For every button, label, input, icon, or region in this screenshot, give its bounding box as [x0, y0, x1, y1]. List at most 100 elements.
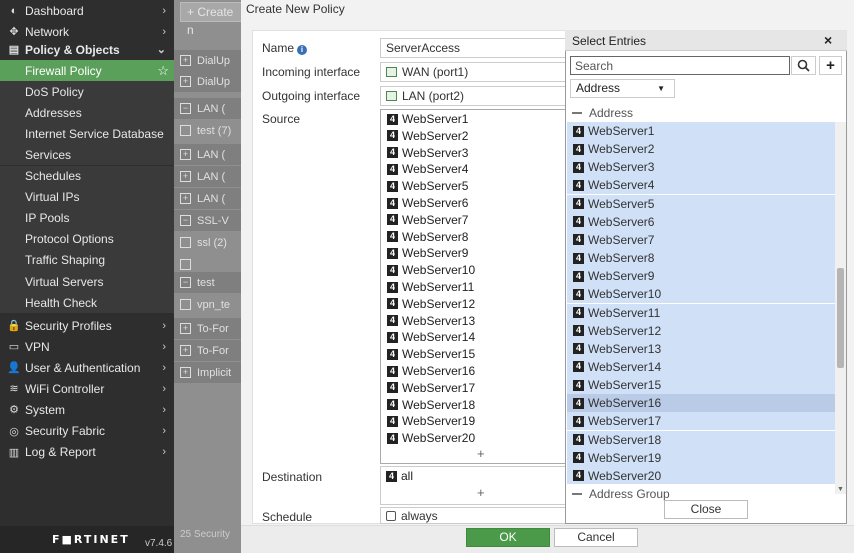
add-source-icon[interactable]: +	[477, 446, 485, 461]
entry-item[interactable]: 4 WebServer11	[567, 303, 835, 322]
policy-row[interactable]: − SSL-V	[174, 210, 244, 231]
sidebar-item-dashboard[interactable]: ◐ Dashboard ›	[0, 0, 174, 21]
source-item[interactable]: 4 WebServer10	[387, 262, 475, 278]
sidebar-subitem-services[interactable]: Services	[0, 144, 174, 166]
sidebar-item-log-report[interactable]: ▥ Log & Report ›	[0, 442, 174, 463]
policy-row[interactable]: − test	[174, 272, 244, 293]
expand-toggle-icon[interactable]: −	[180, 277, 191, 288]
expand-toggle-icon[interactable]: +	[180, 76, 191, 87]
entry-item[interactable]: 4 WebServer17	[567, 412, 835, 431]
policy-row[interactable]: + To-For	[174, 340, 244, 361]
source-item[interactable]: 4 WebServer13	[387, 313, 475, 329]
expand-toggle-icon[interactable]: +	[180, 171, 191, 182]
group-header-address[interactable]: Address	[572, 104, 633, 121]
schedule-field[interactable]: always	[380, 507, 570, 524]
entry-item[interactable]: 4 WebServer1	[567, 122, 835, 140]
entry-item[interactable]: 4 WebServer15	[567, 376, 835, 395]
policy-row[interactable]: − LAN (	[174, 98, 244, 119]
expand-toggle-icon[interactable]: +	[180, 367, 191, 378]
scrollbar-thumb[interactable]	[837, 268, 844, 368]
sidebar-subitem-virtual-servers[interactable]: Virtual Servers	[0, 271, 174, 292]
entry-item[interactable]: 4 WebServer8	[567, 249, 835, 268]
checkbox[interactable]	[180, 125, 191, 136]
sidebar-subitem-addresses[interactable]: Addresses	[0, 102, 174, 124]
source-item[interactable]: 4 WebServer6	[387, 195, 468, 211]
sidebar-subitem-virtual-ips[interactable]: Virtual IPs	[0, 186, 174, 208]
create-new-button[interactable]: + Create n	[180, 2, 244, 37]
entry-item[interactable]: 4 WebServer18	[567, 430, 835, 449]
sidebar-item-user-authentication[interactable]: 👤 User & Authentication ›	[0, 357, 174, 378]
sidebar-item-wifi-controller[interactable]: ≋ WiFi Controller ›	[0, 378, 174, 399]
source-item[interactable]: 4 WebServer12	[387, 296, 475, 312]
entry-item[interactable]: 4 WebServer14	[567, 357, 835, 376]
entry-item[interactable]: 4 WebServer12	[567, 321, 835, 340]
entry-item[interactable]: 4 WebServer16	[567, 394, 835, 413]
expand-toggle-icon[interactable]: +	[180, 193, 191, 204]
entry-item[interactable]: 4 WebServer2	[567, 140, 835, 159]
policy-row[interactable]: + LAN (	[174, 144, 244, 165]
source-item[interactable]: 4 WebServer5	[387, 178, 468, 194]
sidebar-subitem-ip-pools[interactable]: IP Pools	[0, 207, 174, 229]
policy-row[interactable]: ssl (2)	[174, 232, 244, 253]
sidebar-item-vpn[interactable]: ▭ VPN ›	[0, 336, 174, 357]
search-button[interactable]	[791, 56, 816, 75]
sidebar-subitem-dos-policy[interactable]: DoS Policy	[0, 81, 174, 103]
source-item[interactable]: 4 WebServer9	[387, 245, 468, 261]
source-item[interactable]: 4 WebServer16	[387, 363, 475, 379]
sidebar-subitem-health-check[interactable]: Health Check	[0, 292, 174, 314]
source-item[interactable]: 4 WebServer15	[387, 346, 475, 362]
policy-row[interactable]: test (7)	[174, 120, 244, 141]
policy-row[interactable]: vpn_te	[174, 294, 244, 315]
source-item[interactable]: 4 WebServer1	[387, 111, 468, 127]
sidebar-subitem-protocol-options[interactable]: Protocol Options	[0, 228, 174, 250]
entry-item[interactable]: 4 WebServer4	[567, 176, 835, 195]
favorite-star-icon[interactable]: ☆	[157, 63, 169, 79]
entry-item[interactable]: 4 WebServer9	[567, 267, 835, 286]
source-item[interactable]: 4 WebServer2	[387, 128, 468, 144]
source-item[interactable]: 4 WebServer18	[387, 397, 475, 413]
source-item[interactable]: 4 WebServer14	[387, 329, 475, 345]
expand-toggle-icon[interactable]: −	[180, 103, 191, 114]
sidebar-item-system[interactable]: ⚙ System ›	[0, 399, 174, 420]
entry-item[interactable]: 4 WebServer20	[567, 466, 835, 484]
source-item[interactable]: 4 WebServer4	[387, 161, 468, 177]
destination-item[interactable]: 4 all	[386, 468, 413, 484]
add-entry-button[interactable]: +	[819, 56, 842, 75]
source-item[interactable]: 4 WebServer20	[387, 430, 475, 446]
sidebar-item-policy-objects[interactable]: ▤ Policy & Objects ⌄	[0, 39, 174, 60]
expand-toggle-icon[interactable]: +	[180, 323, 191, 334]
search-input[interactable]	[570, 56, 790, 75]
source-item[interactable]: 4 WebServer3	[387, 145, 468, 161]
checkbox[interactable]	[180, 237, 191, 248]
policy-row[interactable]: + DialUp	[174, 71, 244, 92]
info-icon[interactable]: i	[297, 45, 308, 55]
close-icon[interactable]: ×	[824, 32, 832, 48]
source-item[interactable]: 4 WebServer8	[387, 229, 468, 245]
entry-item[interactable]: 4 WebServer13	[567, 339, 835, 358]
expand-toggle-icon[interactable]: +	[180, 345, 191, 356]
name-input[interactable]: ServerAccess	[380, 38, 570, 58]
entry-item[interactable]: 4 WebServer10	[567, 285, 835, 304]
policy-row[interactable]: + DialUp	[174, 50, 244, 71]
source-item[interactable]: 4 WebServer19	[387, 413, 475, 429]
group-header-address-group[interactable]: Address Group	[572, 485, 670, 502]
policy-row[interactable]: + Implicit	[174, 362, 244, 383]
entry-type-select[interactable]: Address ▼	[570, 79, 675, 98]
panel-close-button[interactable]: Close	[664, 500, 748, 519]
policy-row[interactable]: + LAN (	[174, 166, 244, 187]
sidebar-subitem-internet-service-database[interactable]: Internet Service Database	[0, 123, 174, 145]
checkbox[interactable]	[180, 299, 191, 310]
sidebar-subitem-schedules[interactable]: Schedules	[0, 165, 174, 187]
entry-item[interactable]: 4 WebServer3	[567, 158, 835, 177]
sidebar-item-security-profiles[interactable]: 🔒 Security Profiles ›	[0, 315, 174, 336]
entry-item[interactable]: 4 WebServer19	[567, 448, 835, 467]
entry-item[interactable]: 4 WebServer6	[567, 212, 835, 231]
source-item[interactable]: 4 WebServer7	[387, 212, 468, 228]
add-destination-icon[interactable]: +	[477, 485, 485, 500]
cancel-button[interactable]: Cancel	[554, 528, 638, 547]
source-item[interactable]: 4 WebServer11	[387, 279, 474, 295]
entry-item[interactable]: 4 WebServer7	[567, 230, 835, 249]
policy-row[interactable]: + To-For	[174, 318, 244, 339]
incoming-interface-field[interactable]: WAN (port1)	[380, 62, 570, 82]
sidebar-subitem-firewall-policy[interactable]: Firewall Policy ☆	[0, 60, 174, 81]
